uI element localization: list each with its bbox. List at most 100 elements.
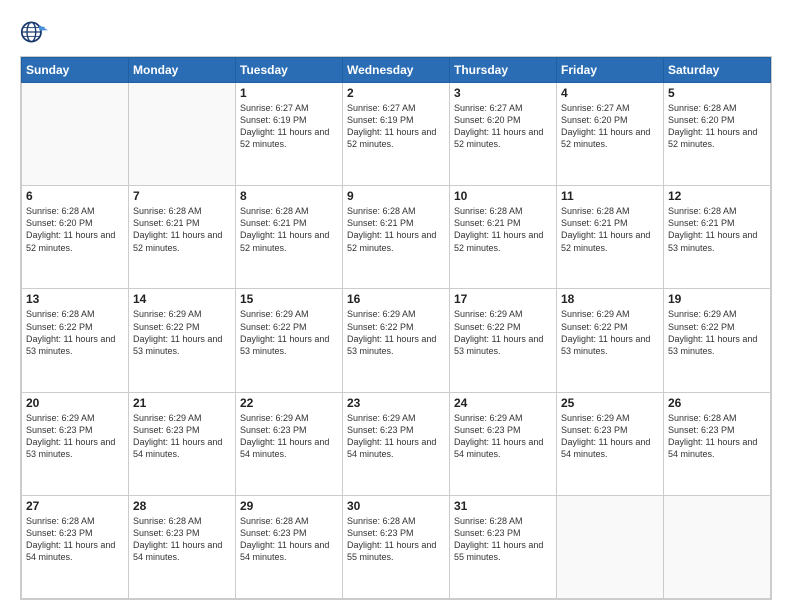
day-info: Sunrise: 6:29 AM Sunset: 6:23 PM Dayligh…: [26, 412, 124, 461]
day-info: Sunrise: 6:28 AM Sunset: 6:21 PM Dayligh…: [133, 205, 231, 254]
day-info: Sunrise: 6:27 AM Sunset: 6:19 PM Dayligh…: [240, 102, 338, 151]
weekday-header: Saturday: [664, 58, 771, 83]
day-info: Sunrise: 6:28 AM Sunset: 6:21 PM Dayligh…: [347, 205, 445, 254]
day-info: Sunrise: 6:27 AM Sunset: 6:20 PM Dayligh…: [561, 102, 659, 151]
weekday-header: Tuesday: [236, 58, 343, 83]
day-number: 19: [668, 292, 766, 306]
calendar-cell: 5 Sunrise: 6:28 AM Sunset: 6:20 PM Daylig…: [664, 83, 771, 186]
day-number: 30: [347, 499, 445, 513]
calendar-cell: 8 Sunrise: 6:28 AM Sunset: 6:21 PM Daylig…: [236, 186, 343, 289]
day-info: Sunrise: 6:28 AM Sunset: 6:20 PM Dayligh…: [668, 102, 766, 151]
day-number: 31: [454, 499, 552, 513]
calendar-cell: [557, 495, 664, 598]
day-number: 21: [133, 396, 231, 410]
calendar-cell: 23Sunrise: 6:29 AM Sunset: 6:23 PM Dayli…: [343, 392, 450, 495]
calendar-cell: 26Sunrise: 6:28 AM Sunset: 6:23 PM Dayli…: [664, 392, 771, 495]
day-number: 28: [133, 499, 231, 513]
calendar-cell: 7 Sunrise: 6:28 AM Sunset: 6:21 PM Daylig…: [129, 186, 236, 289]
week-row: 6 Sunrise: 6:28 AM Sunset: 6:20 PM Daylig…: [22, 186, 771, 289]
day-number: 16: [347, 292, 445, 306]
day-info: Sunrise: 6:28 AM Sunset: 6:21 PM Dayligh…: [454, 205, 552, 254]
day-number: 29: [240, 499, 338, 513]
day-number: 6: [26, 189, 124, 203]
calendar-cell: 16 Sunrise: 6:29 AM Sunset: 6:22 PM Dayli…: [343, 289, 450, 392]
day-info: Sunrise: 6:29 AM Sunset: 6:22 PM Dayligh…: [240, 308, 338, 357]
page: SundayMondayTuesdayWednesdayThursdayFrid…: [0, 0, 792, 612]
calendar-cell: [664, 495, 771, 598]
calendar-cell: 30Sunrise: 6:28 AM Sunset: 6:23 PM Dayli…: [343, 495, 450, 598]
day-number: 9: [347, 189, 445, 203]
day-info: Sunrise: 6:29 AM Sunset: 6:23 PM Dayligh…: [133, 412, 231, 461]
week-row: 20 Sunrise: 6:29 AM Sunset: 6:23 PM Dayli…: [22, 392, 771, 495]
day-info: Sunrise: 6:29 AM Sunset: 6:23 PM Dayligh…: [454, 412, 552, 461]
calendar-cell: 25 Sunrise: 6:29 AM Sunset: 6:23 PM Dayli…: [557, 392, 664, 495]
day-info: Sunrise: 6:29 AM Sunset: 6:23 PM Dayligh…: [240, 412, 338, 461]
calendar-cell: [22, 83, 129, 186]
calendar-cell: 2Sunrise: 6:27 AM Sunset: 6:19 PM Daylig…: [343, 83, 450, 186]
calendar-cell: 9 Sunrise: 6:28 AM Sunset: 6:21 PM Daylig…: [343, 186, 450, 289]
calendar-cell: 31 Sunrise: 6:28 AM Sunset: 6:23 PM Dayli…: [450, 495, 557, 598]
calendar-cell: [129, 83, 236, 186]
day-number: 7: [133, 189, 231, 203]
day-number: 24: [454, 396, 552, 410]
day-number: 22: [240, 396, 338, 410]
day-number: 17: [454, 292, 552, 306]
weekday-header: Thursday: [450, 58, 557, 83]
calendar-cell: 12 Sunrise: 6:28 AM Sunset: 6:21 PM Dayli…: [664, 186, 771, 289]
calendar-cell: 1 Sunrise: 6:27 AM Sunset: 6:19 PM Daylig…: [236, 83, 343, 186]
calendar-table: SundayMondayTuesdayWednesdayThursdayFrid…: [21, 57, 771, 599]
day-number: 27: [26, 499, 124, 513]
day-info: Sunrise: 6:28 AM Sunset: 6:21 PM Dayligh…: [240, 205, 338, 254]
day-info: Sunrise: 6:29 AM Sunset: 6:22 PM Dayligh…: [668, 308, 766, 357]
day-info: Sunrise: 6:29 AM Sunset: 6:22 PM Dayligh…: [347, 308, 445, 357]
day-number: 23: [347, 396, 445, 410]
day-number: 12: [668, 189, 766, 203]
day-info: Sunrise: 6:28 AM Sunset: 6:22 PM Dayligh…: [26, 308, 124, 357]
header: [20, 18, 772, 46]
week-row: 13 Sunrise: 6:28 AM Sunset: 6:22 PM Dayli…: [22, 289, 771, 392]
calendar-cell: 13 Sunrise: 6:28 AM Sunset: 6:22 PM Dayli…: [22, 289, 129, 392]
day-info: Sunrise: 6:28 AM Sunset: 6:21 PM Dayligh…: [668, 205, 766, 254]
day-number: 25: [561, 396, 659, 410]
day-number: 10: [454, 189, 552, 203]
logo: [20, 18, 54, 46]
day-info: Sunrise: 6:27 AM Sunset: 6:19 PM Dayligh…: [347, 102, 445, 151]
calendar-cell: 14Sunrise: 6:29 AM Sunset: 6:22 PM Dayli…: [129, 289, 236, 392]
weekday-header: Friday: [557, 58, 664, 83]
day-number: 8: [240, 189, 338, 203]
week-row: 1 Sunrise: 6:27 AM Sunset: 6:19 PM Daylig…: [22, 83, 771, 186]
calendar-cell: 11 Sunrise: 6:28 AM Sunset: 6:21 PM Dayli…: [557, 186, 664, 289]
calendar: SundayMondayTuesdayWednesdayThursdayFrid…: [20, 56, 772, 600]
calendar-cell: 3Sunrise: 6:27 AM Sunset: 6:20 PM Daylig…: [450, 83, 557, 186]
day-number: 18: [561, 292, 659, 306]
calendar-cell: 21 Sunrise: 6:29 AM Sunset: 6:23 PM Dayli…: [129, 392, 236, 495]
day-info: Sunrise: 6:28 AM Sunset: 6:23 PM Dayligh…: [454, 515, 552, 564]
day-info: Sunrise: 6:29 AM Sunset: 6:23 PM Dayligh…: [561, 412, 659, 461]
calendar-cell: 4Sunrise: 6:27 AM Sunset: 6:20 PM Daylig…: [557, 83, 664, 186]
calendar-cell: 17Sunrise: 6:29 AM Sunset: 6:22 PM Dayli…: [450, 289, 557, 392]
calendar-cell: 20 Sunrise: 6:29 AM Sunset: 6:23 PM Dayli…: [22, 392, 129, 495]
day-number: 11: [561, 189, 659, 203]
calendar-cell: 10 Sunrise: 6:28 AM Sunset: 6:21 PM Dayli…: [450, 186, 557, 289]
calendar-cell: 27 Sunrise: 6:28 AM Sunset: 6:23 PM Dayli…: [22, 495, 129, 598]
day-info: Sunrise: 6:29 AM Sunset: 6:22 PM Dayligh…: [561, 308, 659, 357]
calendar-cell: 19 Sunrise: 6:29 AM Sunset: 6:22 PM Dayli…: [664, 289, 771, 392]
day-info: Sunrise: 6:28 AM Sunset: 6:20 PM Dayligh…: [26, 205, 124, 254]
week-row: 27 Sunrise: 6:28 AM Sunset: 6:23 PM Dayli…: [22, 495, 771, 598]
day-info: Sunrise: 6:28 AM Sunset: 6:23 PM Dayligh…: [240, 515, 338, 564]
day-number: 15: [240, 292, 338, 306]
logo-icon: [20, 18, 48, 46]
calendar-cell: 18 Sunrise: 6:29 AM Sunset: 6:22 PM Dayli…: [557, 289, 664, 392]
day-info: Sunrise: 6:28 AM Sunset: 6:23 PM Dayligh…: [26, 515, 124, 564]
day-number: 26: [668, 396, 766, 410]
day-info: Sunrise: 6:27 AM Sunset: 6:20 PM Dayligh…: [454, 102, 552, 151]
day-number: 13: [26, 292, 124, 306]
day-info: Sunrise: 6:28 AM Sunset: 6:21 PM Dayligh…: [561, 205, 659, 254]
weekday-header: Monday: [129, 58, 236, 83]
day-number: 20: [26, 396, 124, 410]
weekday-header: Sunday: [22, 58, 129, 83]
day-number: 14: [133, 292, 231, 306]
day-number: 1: [240, 86, 338, 100]
day-number: 5: [668, 86, 766, 100]
calendar-cell: 6 Sunrise: 6:28 AM Sunset: 6:20 PM Daylig…: [22, 186, 129, 289]
